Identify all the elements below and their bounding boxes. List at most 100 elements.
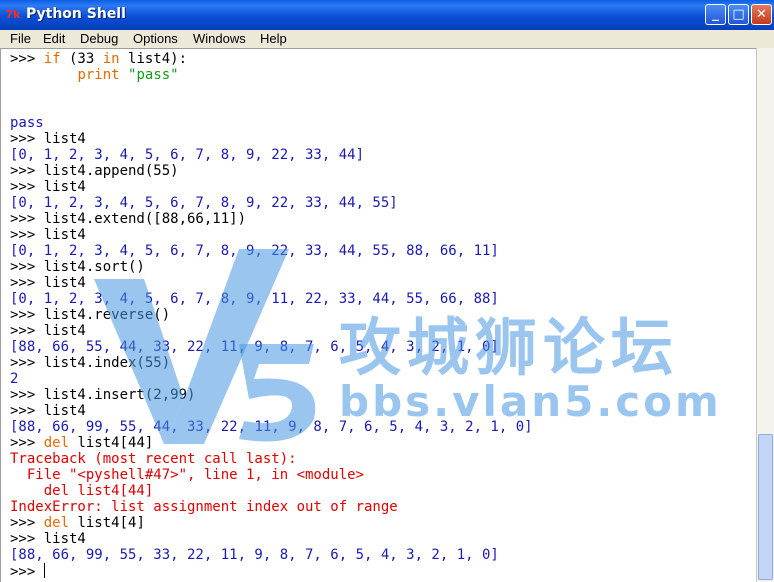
shell-line: [0, 1, 2, 3, 4, 5, 6, 7, 8, 9, 11, 22, 3… <box>10 291 533 307</box>
shell-line: >>> list4 <box>10 323 533 339</box>
vertical-scrollbar[interactable] <box>756 48 774 582</box>
shell-line: >>> <box>10 563 533 580</box>
shell-line: 2 <box>10 371 533 387</box>
shell-line: >>> list4 <box>10 131 533 147</box>
shell-line: >>> if (33 in list4): <box>10 51 533 67</box>
shell-text: list4[4] <box>69 515 145 531</box>
shell-line: >>> list4 <box>10 179 533 195</box>
shell-prompt: >>> <box>10 435 44 451</box>
shell-line: Traceback (most recent call last): <box>10 451 533 467</box>
shell-text: [0, 1, 2, 3, 4, 5, 6, 7, 8, 9, 11, 22, 3… <box>10 291 499 307</box>
shell-text: list4): <box>119 51 188 67</box>
shell-text: list4 <box>43 531 86 547</box>
shell-text: [0, 1, 2, 3, 4, 5, 6, 7, 8, 9, 22, 33, 4… <box>10 195 398 211</box>
maximize-button[interactable]: □ <box>728 4 749 25</box>
shell-line: >>> list4 <box>10 403 533 419</box>
shell-text: list4[44] <box>69 435 154 451</box>
shell-text: list4.append(55) <box>43 163 179 179</box>
shell-prompt: >>> <box>10 307 44 323</box>
shell-text: list4.index(55) <box>43 355 171 371</box>
shell-text: list4 <box>43 275 86 291</box>
shell-line: >>> del list4[4] <box>10 515 533 531</box>
shell-prompt: >>> <box>10 355 44 371</box>
shell-prompt: >>> <box>10 403 44 419</box>
shell-prompt: >>> <box>10 323 44 339</box>
shell-text: (33 <box>60 51 103 67</box>
shell-text: IndexError: list assignment index out of… <box>10 499 398 515</box>
shell-line: [88, 66, 55, 44, 33, 22, 11, 9, 8, 7, 6,… <box>10 339 533 355</box>
shell-line: >>> list4.append(55) <box>10 163 533 179</box>
shell-line: del list4[44] <box>10 483 533 499</box>
shell-line: >>> list4.insert(2,99) <box>10 387 533 403</box>
shell-text: list4 <box>43 179 86 195</box>
shell-text: del <box>43 435 70 451</box>
shell-text: if <box>43 51 61 67</box>
shell-text: [88, 66, 99, 55, 44, 33, 22, 11, 9, 8, 7… <box>10 419 533 435</box>
shell-text: 2 <box>10 371 19 387</box>
menu-options[interactable]: Options <box>133 30 178 48</box>
shell-text: del list4[44] <box>10 483 154 499</box>
shell-prompt: >>> <box>10 387 44 403</box>
menu-windows[interactable]: Windows <box>193 30 246 48</box>
shell-text: [88, 66, 55, 44, 33, 22, 11, 9, 8, 7, 6,… <box>10 339 499 355</box>
shell-text: print <box>77 67 120 83</box>
shell-prompt: >>> <box>10 131 44 147</box>
shell-line: File "<pyshell#47>", line 1, in <module> <box>10 467 533 483</box>
shell-text <box>120 67 128 83</box>
minimize-button[interactable]: _ <box>705 4 726 25</box>
shell-line: >>> list4 <box>10 227 533 243</box>
text-cursor <box>43 563 45 578</box>
shell-line: [0, 1, 2, 3, 4, 5, 6, 7, 8, 9, 22, 33, 4… <box>10 147 533 163</box>
shell-text: list4 <box>43 131 86 147</box>
shell-prompt: >>> <box>10 51 44 67</box>
shell-prompt: >>> <box>10 227 44 243</box>
shell-text: in <box>102 51 120 67</box>
shell-output: >>> if (33 in list4): print "pass" pass >>… <box>10 51 533 580</box>
shell-prompt: >>> <box>10 179 44 195</box>
shell-text: list4.insert(2,99) <box>43 387 196 403</box>
shell-line: >>> list4.sort() <box>10 259 533 275</box>
shell-line: pass <box>10 115 533 131</box>
shell-text: [0, 1, 2, 3, 4, 5, 6, 7, 8, 9, 22, 33, 4… <box>10 147 365 163</box>
shell-line: >>> del list4[44] <box>10 435 533 451</box>
menu-file[interactable]: File <box>10 30 31 48</box>
menu-bar: File Edit Debug Options Windows Help <box>0 30 774 48</box>
title-bar[interactable]: 7k Python Shell _ □ ✕ <box>0 0 774 30</box>
menu-help[interactable]: Help <box>260 30 287 48</box>
shell-prompt: >>> <box>10 163 44 179</box>
menu-debug[interactable]: Debug <box>80 30 118 48</box>
close-button[interactable]: ✕ <box>751 4 772 25</box>
shell-text: list4.reverse() <box>43 307 171 323</box>
shell-line: print "pass" <box>10 67 533 83</box>
shell-prompt: >>> <box>10 564 44 580</box>
shell-prompt: >>> <box>10 259 44 275</box>
shell-prompt: >>> <box>10 531 44 547</box>
shell-text <box>10 67 77 83</box>
shell-text: list4 <box>43 323 86 339</box>
shell-prompt: >>> <box>10 515 44 531</box>
shell-text: [88, 66, 99, 55, 33, 22, 11, 9, 8, 7, 6,… <box>10 547 499 563</box>
python-tk-icon: 7k <box>5 8 21 21</box>
shell-text: list4 <box>43 403 86 419</box>
shell-text: del <box>43 515 70 531</box>
shell-text: list4.extend([88,66,11]) <box>43 211 247 227</box>
shell-line: >>> list4.extend([88,66,11]) <box>10 211 533 227</box>
menu-edit[interactable]: Edit <box>43 30 65 48</box>
shell-text: Traceback (most recent call last): <box>10 451 297 467</box>
shell-text: "pass" <box>128 67 179 83</box>
shell-text: list4.sort() <box>43 259 145 275</box>
shell-line: >>> list4.index(55) <box>10 355 533 371</box>
shell-prompt: >>> <box>10 211 44 227</box>
scrollbar-thumb[interactable] <box>758 434 773 580</box>
shell-prompt: >>> <box>10 275 44 291</box>
shell-text-area[interactable]: >>> if (33 in list4): print "pass" pass >>… <box>0 48 756 582</box>
shell-line: [88, 66, 99, 55, 44, 33, 22, 11, 9, 8, 7… <box>10 419 533 435</box>
shell-line: [0, 1, 2, 3, 4, 5, 6, 7, 8, 9, 22, 33, 4… <box>10 195 533 211</box>
window-title: Python Shell <box>26 6 126 22</box>
shell-text: pass <box>10 115 44 131</box>
shell-line: [0, 1, 2, 3, 4, 5, 6, 7, 8, 9, 22, 33, 4… <box>10 243 533 259</box>
shell-line: >>> list4 <box>10 531 533 547</box>
shell-text: list4 <box>43 227 86 243</box>
